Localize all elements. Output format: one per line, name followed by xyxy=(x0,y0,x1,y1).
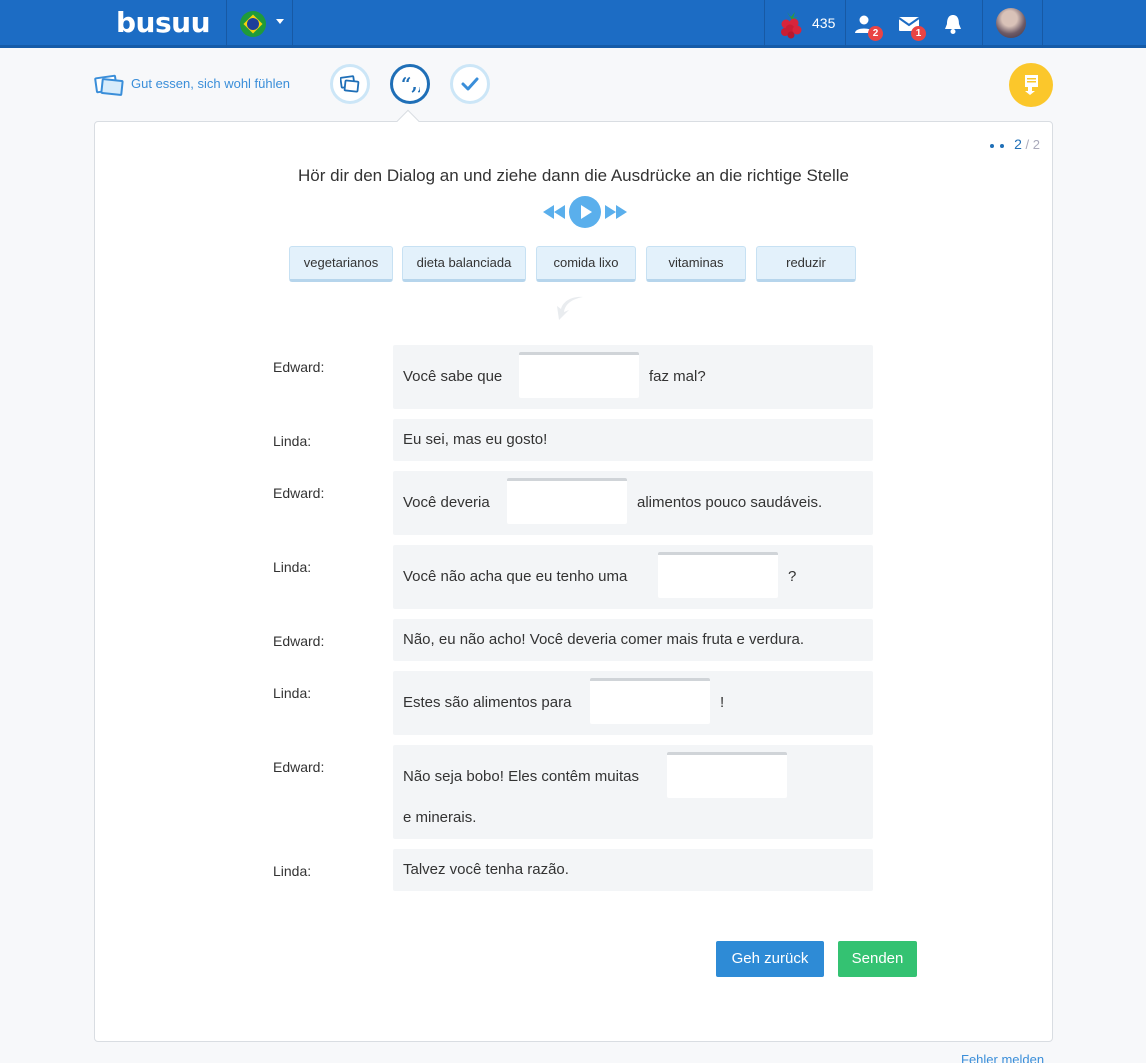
busuu-logo[interactable]: busuu xyxy=(116,6,211,39)
line-text-before: Estes são alimentos para xyxy=(403,694,572,711)
document-download-icon xyxy=(1025,75,1038,95)
send-button[interactable]: Senden xyxy=(838,941,917,977)
speaker-name: Edward: xyxy=(273,359,325,375)
divider xyxy=(845,0,846,48)
answer-chip[interactable]: vegetarianos xyxy=(289,246,393,282)
friends-badge: 2 xyxy=(868,26,883,41)
speaker-name: Linda: xyxy=(273,433,312,449)
step-check[interactable] xyxy=(450,64,490,104)
line-text-after: faz mal? xyxy=(649,368,706,385)
points-counter[interactable]: 435 xyxy=(776,7,846,41)
chevron-down-icon xyxy=(276,19,284,24)
dialog-line: Não seja bobo! Eles contêm muitas e mine… xyxy=(393,745,873,839)
answer-chip[interactable]: dieta balanciada xyxy=(402,246,526,282)
points-value: 435 xyxy=(812,15,836,31)
dialog-row: Linda: Estes são alimentos para ! xyxy=(273,671,873,735)
exercise-progress: 2 / 2 xyxy=(990,136,1040,152)
divider xyxy=(292,0,293,48)
progress-dot xyxy=(990,143,995,148)
speaker-name: Edward: xyxy=(273,485,325,501)
dialog-row: Edward: Não seja bobo! Eles contêm muita… xyxy=(273,745,873,839)
speaker-name: Edward: xyxy=(273,759,325,775)
line-text: Talvez você tenha razão. xyxy=(403,861,569,878)
drop-slot[interactable] xyxy=(507,478,627,524)
divider xyxy=(1042,0,1043,48)
bell-icon xyxy=(945,15,961,34)
drop-slot[interactable] xyxy=(590,678,710,724)
language-selector[interactable] xyxy=(226,0,292,48)
avatar[interactable] xyxy=(996,8,1026,38)
exercise-card: 2 / 2 Hör dir den Dialog an und ziehe da… xyxy=(94,121,1053,1042)
vocabulary-icon xyxy=(340,75,360,93)
line-text: Não, eu não acho! Você deveria comer mai… xyxy=(403,631,805,648)
back-button[interactable]: Geh zurück xyxy=(716,941,824,977)
speaker-name: Linda: xyxy=(273,559,312,575)
dialog-row: Linda: Você não acha que eu tenho uma ? xyxy=(273,545,873,609)
speaker-name: Linda: xyxy=(273,685,312,701)
line-text: Eu sei, mas eu gosto! xyxy=(403,431,548,448)
line-text-before: Você deveria xyxy=(403,494,490,511)
dialog-line: Talvez você tenha razão. xyxy=(393,849,873,891)
check-icon xyxy=(461,77,479,91)
dialog-line: Estes são alimentos para ! xyxy=(393,671,873,735)
progress-current: 2 xyxy=(1014,136,1022,152)
drag-hint-arrow-icon xyxy=(557,296,583,320)
notifications-button[interactable] xyxy=(941,12,965,36)
dialog-row: Edward: Você sabe que faz mal? xyxy=(273,345,873,409)
friends-button[interactable]: 2 xyxy=(852,12,883,41)
line-text-before: Você não acha que eu tenho uma xyxy=(403,568,628,585)
line-text-after: ! xyxy=(720,694,725,711)
dialog-line: Você não acha que eu tenho uma ? xyxy=(393,545,873,609)
answer-chip[interactable]: reduzir xyxy=(756,246,856,282)
raspberry-icon xyxy=(781,12,802,39)
answer-chip[interactable]: comida lixo xyxy=(536,246,636,282)
dialog-line: Eu sei, mas eu gosto! xyxy=(393,419,873,461)
progress-total: / 2 xyxy=(1025,137,1040,152)
line-text-after: alimentos pouco saudáveis. xyxy=(637,494,823,511)
play-button[interactable] xyxy=(569,196,601,228)
grammar-tip-button[interactable] xyxy=(1009,63,1053,107)
brazil-flag-icon xyxy=(240,11,266,37)
line-text-before: Você sabe que xyxy=(403,368,503,385)
line-text-after: ? xyxy=(788,568,797,585)
lesson-title: Gut essen, sich wohl fühlen xyxy=(131,76,290,91)
svg-text:“,,: “,, xyxy=(401,74,420,94)
rewind-icon[interactable] xyxy=(542,204,566,220)
step-vocabulary[interactable] xyxy=(330,64,370,104)
exercise-instruction: Hör dir den Dialog an und ziehe dann die… xyxy=(298,166,849,185)
drop-slot[interactable] xyxy=(667,752,787,798)
speaker-name: Linda: xyxy=(273,863,312,879)
speaker-name: Edward: xyxy=(273,633,325,649)
dialog-row: Linda: Eu sei, mas eu gosto! xyxy=(273,419,873,461)
report-error-link[interactable]: Fehler melden xyxy=(961,1052,1044,1063)
step-dialog[interactable]: “,, xyxy=(390,64,430,104)
audio-player xyxy=(542,196,628,228)
progress-dot xyxy=(1000,143,1005,148)
drop-slot[interactable] xyxy=(658,552,778,598)
divider xyxy=(982,0,983,48)
drop-slot[interactable] xyxy=(519,352,639,398)
vocabulary-cards-icon xyxy=(94,74,124,96)
dialog-line: Você deveria alimentos pouco saudáveis. xyxy=(393,471,873,535)
dialog-line: Você sabe que faz mal? xyxy=(393,345,873,409)
line-text-before: Não seja bobo! Eles contêm muitas xyxy=(403,768,639,785)
dialog-row: Edward: Não, eu não acho! Você deveria c… xyxy=(273,619,873,661)
messages-button[interactable]: 1 xyxy=(897,12,926,41)
divider xyxy=(764,0,765,48)
lesson-title-link[interactable]: Gut essen, sich wohl fühlen xyxy=(94,72,290,96)
line-text-after: e minerais. xyxy=(403,809,477,826)
answer-chip[interactable]: vitaminas xyxy=(646,246,746,282)
dialog-quote-icon: “,, xyxy=(401,74,420,94)
dialog-row: Edward: Você deveria alimentos pouco sau… xyxy=(273,471,873,535)
dialog-row: Linda: Talvez você tenha razão. xyxy=(273,849,873,891)
fast-forward-icon[interactable] xyxy=(604,204,628,220)
top-navigation-bar: busuu 435 2 1 xyxy=(0,0,1146,48)
messages-badge: 1 xyxy=(911,26,926,41)
dialog-line: Não, eu não acho! Você deveria comer mai… xyxy=(393,619,873,661)
